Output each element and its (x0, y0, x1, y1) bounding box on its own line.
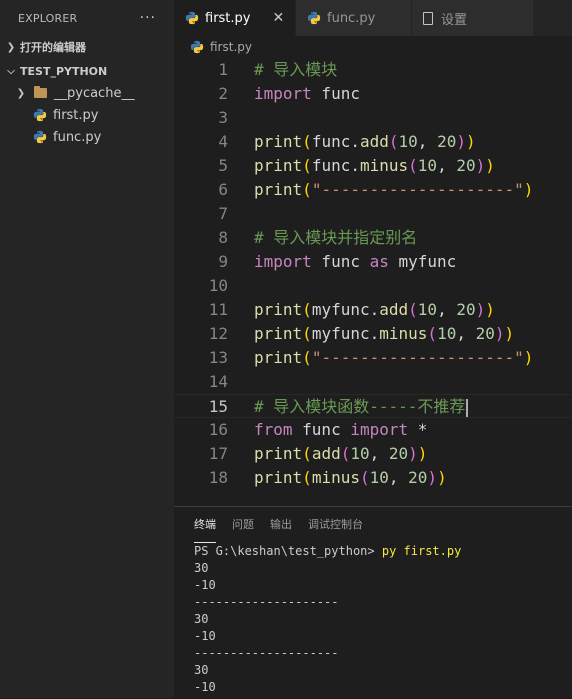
tab-label: 设置 (441, 12, 468, 28)
code-editor[interactable]: 1 # 导入模块 2 import func 3 4 print(func.add(1… (174, 58, 572, 498)
bottom-panel: 终端 问题 输出 调试控制台 PS G:\keshan\test_python>… (174, 506, 572, 699)
terminal-line: -10 (194, 629, 216, 643)
current-code-line: 15 # 导入模块函数-----不推荐 (174, 394, 572, 418)
code-line: 17 print(add(10, 20)) (174, 442, 572, 466)
code-line: 9 import func as myfunc (174, 250, 572, 274)
code-comment: # 导入模块函数-----不推荐 (254, 397, 466, 416)
breadcrumb-file: first.py (210, 40, 252, 54)
code-line: 6 print("--------------------") (174, 178, 572, 202)
line-number: 6 (218, 180, 228, 199)
line-number: 15 (208, 397, 228, 416)
code-line: 10 (174, 274, 572, 298)
code-line: 12 print(myfunc.minus(10, 20)) (174, 322, 572, 346)
code-line: 7 (174, 202, 572, 226)
terminal-line: -------------------- (194, 646, 339, 660)
open-editors-section[interactable]: ❯ 打开的编辑器 (0, 36, 174, 58)
tree-item-label: __pycache__ (54, 85, 135, 101)
terminal-line: 30 (194, 663, 209, 677)
tree-item-first-py[interactable]: first.py (0, 104, 174, 126)
terminal-prompt-line: PS G:\keshan\test_python> py first.py (194, 543, 461, 560)
line-number: 1 (218, 60, 228, 79)
tab-output[interactable]: 输出 (270, 507, 292, 543)
more-actions-icon[interactable]: ··· (140, 10, 156, 26)
line-number: 2 (218, 84, 228, 103)
tab-terminal[interactable]: 终端 (194, 507, 216, 543)
code-line: 18 print(minus(10, 20)) (174, 466, 572, 490)
text-cursor (466, 398, 469, 417)
open-editors-label: 打开的编辑器 (20, 41, 86, 54)
python-icon (185, 11, 199, 25)
tab-debug-console[interactable]: 调试控制台 (308, 507, 363, 543)
tree-item-pycache[interactable]: ❯ __pycache__ (0, 82, 174, 104)
code-line: 14 (174, 370, 572, 394)
code-line: 3 (174, 106, 572, 130)
project-label: TEST_PYTHON (20, 64, 108, 78)
line-number: 10 (208, 276, 228, 295)
terminal-line: -10 (194, 578, 216, 592)
line-number: 7 (218, 204, 228, 223)
python-icon (33, 130, 47, 144)
terminal-prompt: PS G:\keshan\test_python> (194, 544, 382, 558)
terminal-line: -10 (194, 680, 216, 694)
line-number: 13 (208, 348, 228, 367)
line-number: 4 (218, 132, 228, 151)
line-number: 5 (218, 156, 228, 175)
terminal-line: -------------------- (194, 595, 339, 609)
panel-tabs: 终端 问题 输出 调试控制台 (174, 507, 572, 543)
tree-item-label: first.py (53, 107, 99, 123)
python-icon (33, 108, 47, 122)
chevron-right-icon: ❯ (16, 87, 26, 99)
tab-settings[interactable]: 设置 (412, 0, 534, 36)
settings-doc-icon (423, 11, 433, 25)
python-icon (307, 11, 321, 25)
code-line: 5 print(func.minus(10, 20)) (174, 154, 572, 178)
project-section[interactable]: ⌵ TEST_PYTHON (0, 60, 174, 82)
chevron-right-icon: ❯ (6, 41, 16, 53)
line-number: 14 (208, 372, 228, 391)
code-line: 13 print("--------------------") (174, 346, 572, 370)
tab-problems[interactable]: 问题 (232, 507, 254, 543)
close-icon[interactable]: ✕ (272, 10, 284, 26)
tab-first-py[interactable]: first.py ✕ (174, 0, 296, 36)
code-line: 16 from func import * (174, 418, 572, 442)
explorer-title: EXPLORER (18, 11, 78, 25)
explorer-sidebar: EXPLORER ··· ❯ 打开的编辑器 ⌵ TEST_PYTHON ❯ __… (0, 0, 174, 698)
explorer-header: EXPLORER ··· (0, 0, 174, 36)
tab-label: first.py (205, 10, 251, 26)
terminal-output[interactable]: PS G:\keshan\test_python> py first.py 30… (194, 543, 461, 696)
line-number: 8 (218, 228, 228, 247)
code-line: 4 print(func.add(10, 20)) (174, 130, 572, 154)
line-number: 3 (218, 108, 228, 127)
tree-item-func-py[interactable]: func.py (0, 126, 174, 148)
chevron-down-icon: ⌵ (7, 65, 15, 77)
python-icon (190, 40, 204, 54)
line-number: 12 (208, 324, 228, 343)
code-line: 2 import func (174, 82, 572, 106)
code-line: 8 # 导入模块并指定别名 (174, 226, 572, 250)
code-line: 11 print(myfunc.add(10, 20)) (174, 298, 572, 322)
code-line: 1 # 导入模块 (174, 58, 572, 82)
terminal-line: 30 (194, 561, 209, 575)
tab-func-py[interactable]: func.py (296, 0, 412, 36)
code-string: "--------------------" (311, 348, 524, 367)
breadcrumb[interactable]: first.py (174, 36, 572, 58)
line-number: 11 (208, 300, 228, 319)
line-number: 16 (208, 420, 228, 439)
code-string: "--------------------" (311, 180, 524, 199)
line-number: 9 (218, 252, 228, 271)
code-comment: # 导入模块并指定别名 (254, 228, 418, 247)
line-number: 18 (208, 468, 228, 487)
tree-item-label: func.py (53, 129, 102, 145)
folder-icon (34, 86, 47, 98)
line-number: 17 (208, 444, 228, 463)
tab-label: func.py (327, 10, 376, 26)
terminal-line: 30 (194, 612, 209, 626)
code-comment: # 导入模块 (254, 60, 338, 79)
editor-tab-bar: first.py ✕ func.py 设置 (174, 0, 572, 36)
terminal-command: py first.py (381, 544, 462, 558)
